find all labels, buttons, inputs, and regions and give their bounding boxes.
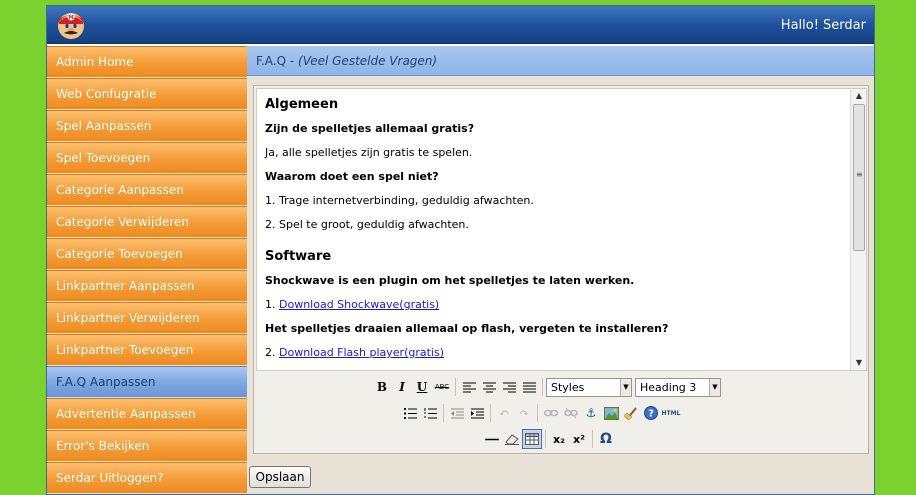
toolbar-separator — [545, 430, 546, 448]
link-icon[interactable] — [541, 403, 561, 423]
format-select[interactable]: Heading 3 ▼ — [635, 377, 721, 397]
horizontal-rule-icon[interactable] — [482, 429, 502, 449]
svg-text:?: ? — [648, 409, 654, 420]
editor-scrollbar[interactable]: ▲ ≡ ▼ — [850, 89, 866, 370]
faq-answer: 1. Download Shockwave(gratis) — [265, 298, 440, 311]
faq-answer: 1. Trage internetverbinding, geduldig af… — [265, 194, 534, 207]
mario-logo-icon: M — [55, 9, 87, 41]
page-title-text: F.A.Q — [256, 54, 287, 68]
toolbar-separator — [592, 430, 593, 448]
undo-icon[interactable]: ↶ — [494, 403, 514, 423]
faq-question: Het spelletjes draaien allemaal op flash… — [265, 322, 669, 335]
toolbar-row-3: x₂ x² Ω — [482, 428, 616, 450]
sidebar-item-spel-toevoegen[interactable]: Spel Toevoegen — [47, 142, 247, 174]
indent-icon[interactable] — [467, 403, 487, 423]
page-subtitle: (Veel Gestelde Vragen) — [298, 54, 438, 68]
sidebar-item-spel-aanpassen[interactable]: Spel Aanpassen — [47, 110, 247, 142]
faq-answer: 2. Download Flash player(gratis) — [265, 346, 445, 359]
underline-button[interactable]: U — [412, 377, 432, 397]
sidebar-item-linkpartner-aanpassen[interactable]: Linkpartner Aanpassen — [47, 270, 247, 302]
sidebar-item-advertentie-aanpassen[interactable]: Advertentie Aanpassen — [47, 398, 247, 430]
superscript-button[interactable]: x² — [569, 429, 589, 449]
toolbar-row-1: B I U ABC Styles ▼ Heading 3 ▼ — [372, 376, 724, 398]
strikethrough-button[interactable]: ABC — [432, 377, 452, 397]
heading-algemeen: Algemeen — [265, 97, 339, 112]
dropdown-arrow-icon: ▼ — [620, 378, 631, 396]
bullet-list-icon[interactable] — [400, 403, 420, 423]
styles-select[interactable]: Styles ▼ — [546, 377, 632, 397]
sidebar-item-uitloggen[interactable]: Serdar Uitloggen? — [47, 462, 247, 494]
faq-answer: Ja, alle spelletjes zijn gratis te spele… — [265, 146, 473, 159]
special-char-omega-icon[interactable]: Ω — [596, 429, 616, 449]
editor-content-area[interactable]: Algemeen Zijn de spelletjes allemaal gra… — [256, 88, 867, 371]
app-frame: M Hallo! Serdar Admin Home Web Confugrat… — [46, 5, 875, 495]
sidebar-item-categorie-aanpassen[interactable]: Categorie Aanpassen — [47, 174, 247, 206]
toolbar-separator — [443, 404, 444, 422]
outdent-icon[interactable] — [447, 403, 467, 423]
download-shockwave-link[interactable]: Download Shockwave(gratis) — [279, 298, 439, 311]
italic-button[interactable]: I — [392, 377, 412, 397]
toolbar-separator — [455, 378, 456, 396]
faq-question: Shockwave is een plugin om het spelletje… — [265, 274, 635, 287]
sidebar-item-categorie-verwijderen[interactable]: Categorie Verwijderen — [47, 206, 247, 238]
anchor-icon[interactable]: ⚓ — [581, 403, 601, 423]
svg-text:M: M — [69, 15, 74, 21]
scroll-down-arrow-icon[interactable]: ▼ — [853, 357, 865, 369]
sidebar: Admin Home Web Confugratie Spel Aanpasse… — [47, 46, 247, 494]
subscript-button[interactable]: x₂ — [549, 429, 569, 449]
eraser-icon[interactable] — [502, 429, 522, 449]
toolbar-separator — [537, 404, 538, 422]
cleanup-brush-icon[interactable] — [621, 403, 641, 423]
help-icon[interactable]: ? — [641, 403, 661, 423]
toolbar-separator — [542, 378, 543, 396]
redo-icon[interactable]: ↷ — [514, 403, 534, 423]
unlink-icon[interactable] — [561, 403, 581, 423]
html-source-icon[interactable]: HTML — [661, 403, 681, 423]
sidebar-item-linkpartner-toevoegen[interactable]: Linkpartner Toevoegen — [47, 334, 247, 366]
align-justify-icon[interactable] — [519, 377, 539, 397]
align-right-icon[interactable] — [499, 377, 519, 397]
main-panel: F.A.Q - (Veel Gestelde Vragen) Algemeen … — [247, 46, 874, 494]
toolbar-separator — [490, 404, 491, 422]
sidebar-item-linkpartner-verwijderen[interactable]: Linkpartner Verwijderen — [47, 302, 247, 334]
toolbar-row-2: ↶ ↷ ⚓ ? HTML — [400, 402, 681, 424]
faq-question: Zijn de spelletjes allemaal gratis? — [265, 122, 475, 135]
page-title: F.A.Q - (Veel Gestelde Vragen) — [247, 46, 874, 76]
bold-button[interactable]: B — [372, 377, 392, 397]
header: M Hallo! Serdar — [47, 6, 874, 44]
faq-answer: 2. Spel te groot, geduldig afwachten. — [265, 218, 469, 231]
dropdown-arrow-icon: ▼ — [709, 378, 720, 396]
sidebar-item-admin-home[interactable]: Admin Home — [47, 46, 247, 78]
align-center-icon[interactable] — [479, 377, 499, 397]
table-icon[interactable] — [522, 429, 542, 449]
faq-question: Waarom doet een spel niet? — [265, 170, 439, 183]
sidebar-item-faq-aanpassen[interactable]: F.A.Q Aanpassen — [47, 366, 247, 398]
save-button[interactable]: Opslaan — [249, 466, 311, 488]
download-flash-link[interactable]: Download Flash player(gratis) — [279, 346, 444, 359]
numbered-list-icon[interactable] — [420, 403, 440, 423]
sidebar-item-categorie-toevoegen[interactable]: Categorie Toevoegen — [47, 238, 247, 270]
scroll-up-arrow-icon[interactable]: ▲ — [853, 90, 865, 102]
image-icon[interactable] — [601, 403, 621, 423]
rich-text-editor: Algemeen Zijn de spelletjes allemaal gra… — [253, 85, 869, 454]
heading-software: Software — [265, 249, 332, 264]
align-left-icon[interactable] — [459, 377, 479, 397]
sidebar-item-errors-bekijken[interactable]: Error's Bekijken — [47, 430, 247, 462]
scroll-thumb[interactable]: ≡ — [853, 104, 865, 251]
sidebar-item-web-config[interactable]: Web Confugratie — [47, 78, 247, 110]
user-greeting: Hallo! Serdar — [780, 18, 866, 33]
